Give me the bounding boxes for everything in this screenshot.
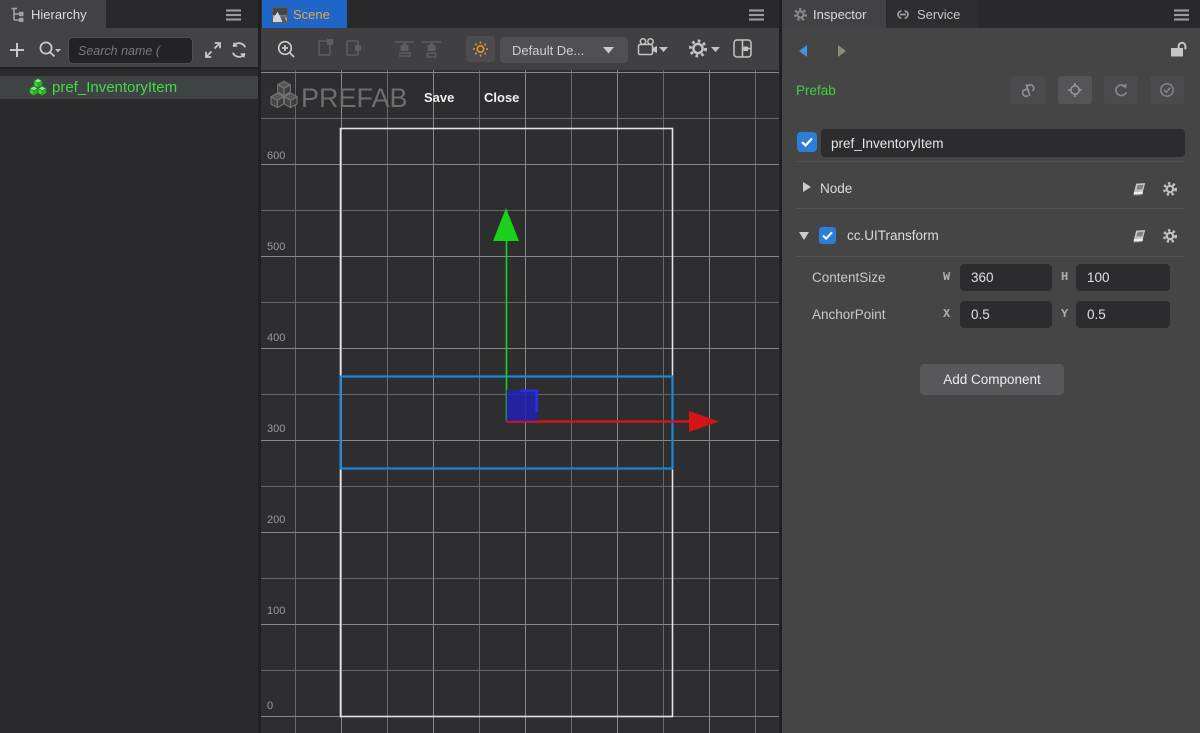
svg-text:600: 600 (267, 150, 285, 162)
svg-text:300: 300 (267, 423, 285, 435)
svg-text:Save: Save (424, 90, 454, 105)
svg-text:100: 100 (267, 605, 285, 617)
svg-text:Close: Close (484, 90, 519, 105)
svg-text:500: 500 (267, 241, 285, 253)
svg-text:0: 0 (267, 700, 273, 712)
svg-text:200: 200 (267, 514, 285, 526)
svg-text:PREFAB: PREFAB (301, 83, 408, 113)
svg-text:400: 400 (267, 332, 285, 344)
svg-text:Default De...: Default De... (512, 43, 584, 58)
